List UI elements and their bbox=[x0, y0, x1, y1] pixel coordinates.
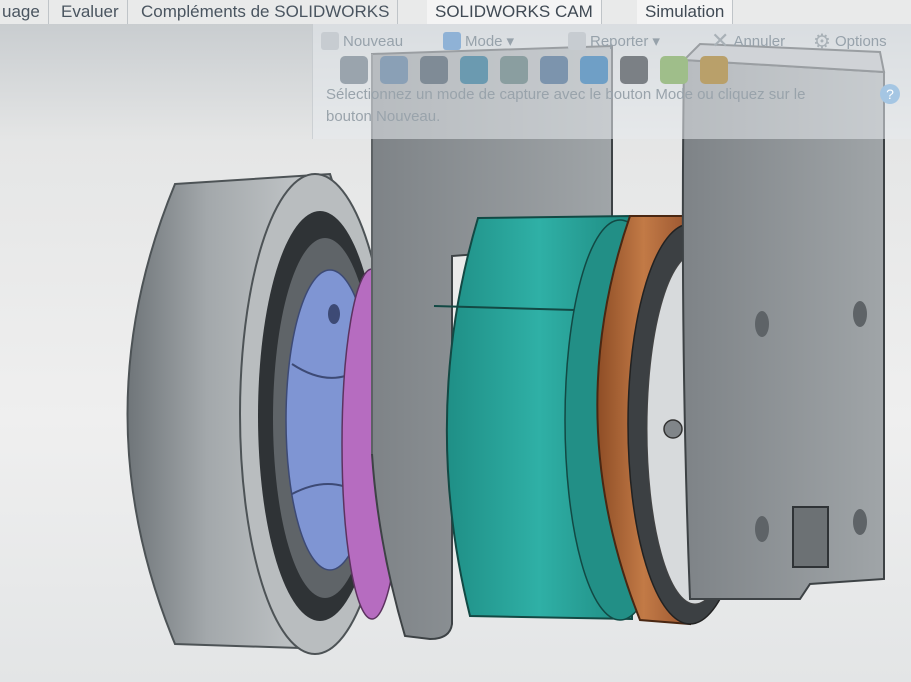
graphics-viewport[interactable]: Nouveau Mode ▾ Reporter ▾ ✕ Annuler ⚙ Op… bbox=[0, 24, 911, 682]
cancel-label: Annuler bbox=[733, 32, 786, 50]
view-toolbar bbox=[340, 56, 728, 84]
tab-solidworks-cam[interactable]: SOLIDWORKS CAM bbox=[427, 0, 602, 24]
hide-show-icon[interactable] bbox=[620, 56, 648, 84]
cancel-button[interactable]: ✕ Annuler bbox=[711, 28, 786, 53]
ribbon-tab-bar: uage Evaluer Compléments de SOLIDWORKS S… bbox=[0, 0, 911, 25]
gear-icon: ⚙ bbox=[813, 30, 831, 53]
mode-button[interactable]: Mode ▾ bbox=[443, 30, 514, 52]
appearance-icon[interactable] bbox=[660, 56, 688, 84]
tab-complements-solidworks[interactable]: Compléments de SOLIDWORKS bbox=[133, 0, 399, 24]
new-label: Nouveau bbox=[343, 32, 404, 50]
zoom-fit-icon[interactable] bbox=[340, 56, 368, 84]
report-icon bbox=[568, 32, 586, 50]
mode-icon bbox=[443, 32, 461, 50]
chevron-down-icon: ▾ bbox=[506, 33, 515, 50]
display-style-icon[interactable] bbox=[580, 56, 608, 84]
chevron-down-icon: ▾ bbox=[652, 33, 660, 50]
section-view-icon[interactable] bbox=[460, 56, 488, 84]
mode-label: Mode bbox=[465, 32, 503, 50]
zoom-area-icon[interactable] bbox=[380, 56, 408, 84]
options-button[interactable]: ⚙ Options bbox=[813, 30, 887, 53]
tab-evaluer[interactable]: Evaluer bbox=[53, 0, 128, 24]
tab-langage-partial[interactable]: uage bbox=[0, 0, 49, 24]
help-icon[interactable]: ? bbox=[880, 84, 900, 104]
tab-simulation[interactable]: Simulation bbox=[637, 0, 734, 24]
report-button[interactable]: Reporter ▾ bbox=[568, 30, 660, 52]
previous-view-icon[interactable] bbox=[420, 56, 448, 84]
scene-icon[interactable] bbox=[700, 56, 728, 84]
options-label: Options bbox=[834, 32, 887, 50]
new-capture-button[interactable]: Nouveau bbox=[321, 30, 403, 52]
capture-new-icon bbox=[321, 32, 339, 50]
report-label: Reporter bbox=[590, 32, 649, 50]
capture-hint-text: Sélectionnez un mode de capture avec le … bbox=[326, 86, 806, 125]
close-icon: ✕ bbox=[711, 28, 730, 53]
view-orientation-icon[interactable] bbox=[540, 56, 568, 84]
dynamic-annotation-icon[interactable] bbox=[500, 56, 528, 84]
